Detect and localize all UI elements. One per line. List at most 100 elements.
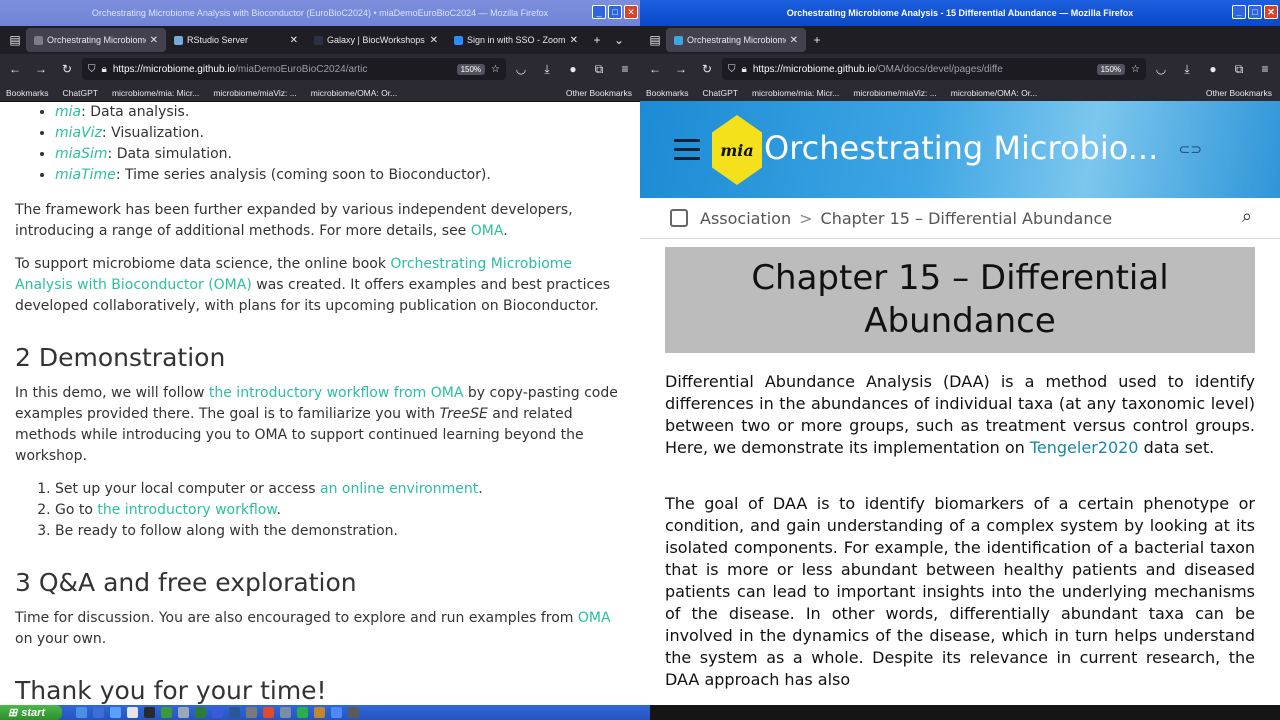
- back-arrow-icon[interactable]: ←: [644, 62, 666, 76]
- back-arrow-icon[interactable]: ←: [4, 62, 26, 76]
- extensions-icon[interactable]: ⧉: [588, 62, 610, 77]
- tab-close-icon[interactable]: ✕: [150, 35, 158, 46]
- taskbar-app-icon[interactable]: [263, 707, 274, 718]
- sidebar-toggle-icon[interactable]: [670, 209, 688, 227]
- tab-close-icon[interactable]: ✕: [570, 35, 578, 46]
- taskbar-app-icon[interactable]: [348, 707, 359, 718]
- tab-close-icon[interactable]: ✕: [430, 35, 438, 46]
- url-text[interactable]: https://microbiome.github.io/miaDemoEuro…: [113, 64, 451, 75]
- right-tab-0[interactable]: Orchestrating Microbiome ✕: [666, 28, 806, 52]
- search-icon[interactable]: ⌕: [1242, 206, 1252, 227]
- download-icon[interactable]: ⤓: [1176, 62, 1198, 77]
- menu-icon[interactable]: ≡: [1254, 62, 1276, 76]
- reload-icon[interactable]: ↻: [696, 62, 718, 76]
- tab-close-icon[interactable]: ✕: [290, 35, 298, 46]
- other-bookmarks[interactable]: Other Bookmarks: [1206, 88, 1272, 98]
- bookmark-item[interactable]: ChatGPT: [63, 88, 98, 98]
- maximize-icon[interactable]: □: [608, 5, 622, 19]
- url-bar[interactable]: ⛉ 🔒︎ https://microbiome.github.io/OMA/do…: [722, 58, 1146, 80]
- package-link[interactable]: miaTime: [55, 167, 116, 183]
- taskbar-app-icon[interactable]: [93, 707, 104, 718]
- chapter-title: Chapter 15 – Differential Abundance: [665, 247, 1255, 353]
- taskbar-app-icon[interactable]: [280, 707, 291, 718]
- start-button[interactable]: ⊞ start: [0, 705, 62, 720]
- download-icon[interactable]: ⤓: [536, 62, 558, 77]
- hamburger-menu-icon[interactable]: [674, 139, 700, 166]
- taskbar-app-icon[interactable]: [314, 707, 325, 718]
- online-environment-link[interactable]: an online environment: [320, 481, 478, 497]
- lock-icon[interactable]: 🔒︎: [742, 64, 747, 75]
- bookmark-item[interactable]: ChatGPT: [703, 88, 738, 98]
- minimize-icon[interactable]: _: [1232, 5, 1246, 19]
- taskbar-app-icon[interactable]: [178, 707, 189, 718]
- package-link[interactable]: mia: [55, 104, 81, 120]
- forward-arrow-icon[interactable]: →: [670, 62, 692, 76]
- new-tab-icon[interactable]: +: [586, 33, 608, 47]
- lock-icon[interactable]: 🔒︎: [102, 64, 107, 75]
- taskbar-app-icon[interactable]: [76, 707, 87, 718]
- bookmark-star-icon[interactable]: ☆: [1131, 64, 1140, 75]
- taskbar-app-icon[interactable]: [229, 707, 240, 718]
- workflow-link[interactable]: the introductory workflow from OMA: [209, 385, 464, 401]
- account-icon[interactable]: ●: [1202, 62, 1224, 76]
- account-icon[interactable]: ●: [562, 62, 584, 76]
- oma-link[interactable]: OMA: [471, 223, 503, 239]
- bookmark-item[interactable]: Bookmarks: [6, 88, 49, 98]
- left-tab-2[interactable]: Galaxy | BiocWorkshops ✕: [306, 28, 446, 52]
- chevron-down-icon[interactable]: ⌄: [608, 33, 630, 47]
- bookmark-star-icon[interactable]: ☆: [491, 64, 500, 75]
- left-tab-1[interactable]: RStudio Server ✕: [166, 28, 306, 52]
- bookmark-item[interactable]: microbiome/OMA: Or...: [951, 88, 1037, 98]
- tab-close-icon[interactable]: ✕: [790, 35, 798, 46]
- left-tab-3[interactable]: Sign in with SSO - Zoom ✕: [446, 28, 586, 52]
- bookmark-item[interactable]: microbiome/miaViz: ...: [853, 88, 936, 98]
- taskbar-app-icon[interactable]: [297, 707, 308, 718]
- breadcrumb-item[interactable]: Association: [700, 209, 791, 228]
- other-bookmarks[interactable]: Other Bookmarks: [566, 88, 632, 98]
- pocket-icon[interactable]: ◡: [1150, 62, 1172, 76]
- taskbar-app-icon[interactable]: [161, 707, 172, 718]
- minimize-icon[interactable]: _: [592, 5, 606, 19]
- menu-icon[interactable]: ≡: [614, 62, 636, 76]
- toggle-icon[interactable]: ⊂⊃: [1179, 141, 1202, 158]
- taskbar-app-icon[interactable]: [246, 707, 257, 718]
- package-link[interactable]: miaSim: [55, 146, 108, 162]
- shield-icon[interactable]: ⛉: [728, 64, 736, 75]
- left-tab-0[interactable]: Orchestrating Microbiome A ✕: [26, 28, 166, 52]
- bookmark-item[interactable]: microbiome/mia: Micr...: [112, 88, 199, 98]
- shield-icon[interactable]: ⛉: [88, 64, 96, 75]
- package-link[interactable]: miaViz: [55, 125, 102, 141]
- tab-list-icon[interactable]: ▤: [644, 33, 666, 47]
- taskbar-app-icon[interactable]: [110, 707, 121, 718]
- forward-arrow-icon[interactable]: →: [30, 62, 52, 76]
- url-bar[interactable]: ⛉ 🔒︎ https://microbiome.github.io/miaDem…: [82, 58, 506, 80]
- bookmark-item[interactable]: microbiome/mia: Micr...: [752, 88, 839, 98]
- package-list: mia: Data analysis. miaViz: Visualizatio…: [55, 102, 625, 186]
- tab-list-icon[interactable]: ▤: [4, 33, 26, 47]
- steps-list: Set up your local computer or access an …: [55, 479, 625, 542]
- taskbar-app-icon[interactable]: [127, 707, 138, 718]
- bookmark-item[interactable]: microbiome/miaViz: ...: [213, 88, 296, 98]
- site-title[interactable]: Orchestrating Microbio...: [764, 129, 1158, 167]
- close-window-icon[interactable]: ✕: [624, 5, 638, 19]
- pocket-icon[interactable]: ◡: [510, 62, 532, 76]
- taskbar-app-icon[interactable]: [144, 707, 155, 718]
- bookmark-item[interactable]: Bookmarks: [646, 88, 689, 98]
- oma-link[interactable]: OMA: [578, 610, 611, 626]
- introductory-workflow-link[interactable]: the introductory workflow: [97, 502, 276, 518]
- tengeler2020-link[interactable]: Tengeler2020: [1030, 438, 1139, 457]
- maximize-icon[interactable]: □: [1248, 5, 1262, 19]
- zoom-level[interactable]: 150%: [1096, 63, 1126, 75]
- taskbar-app-icon[interactable]: [212, 707, 223, 718]
- zoom-level[interactable]: 150%: [456, 63, 486, 75]
- close-window-icon[interactable]: ✕: [1264, 5, 1278, 19]
- extensions-icon[interactable]: ⧉: [1228, 62, 1250, 77]
- mia-logo[interactable]: mia: [712, 115, 762, 185]
- taskbar-app-icon[interactable]: [331, 707, 342, 718]
- bookmark-item[interactable]: microbiome/OMA: Or...: [311, 88, 397, 98]
- url-text[interactable]: https://microbiome.github.io/OMA/docs/de…: [753, 64, 1091, 75]
- breadcrumb-item[interactable]: Chapter 15 – Differential Abundance: [821, 209, 1113, 228]
- reload-icon[interactable]: ↻: [56, 62, 78, 76]
- new-tab-icon[interactable]: +: [806, 33, 828, 47]
- taskbar-app-icon[interactable]: [195, 707, 206, 718]
